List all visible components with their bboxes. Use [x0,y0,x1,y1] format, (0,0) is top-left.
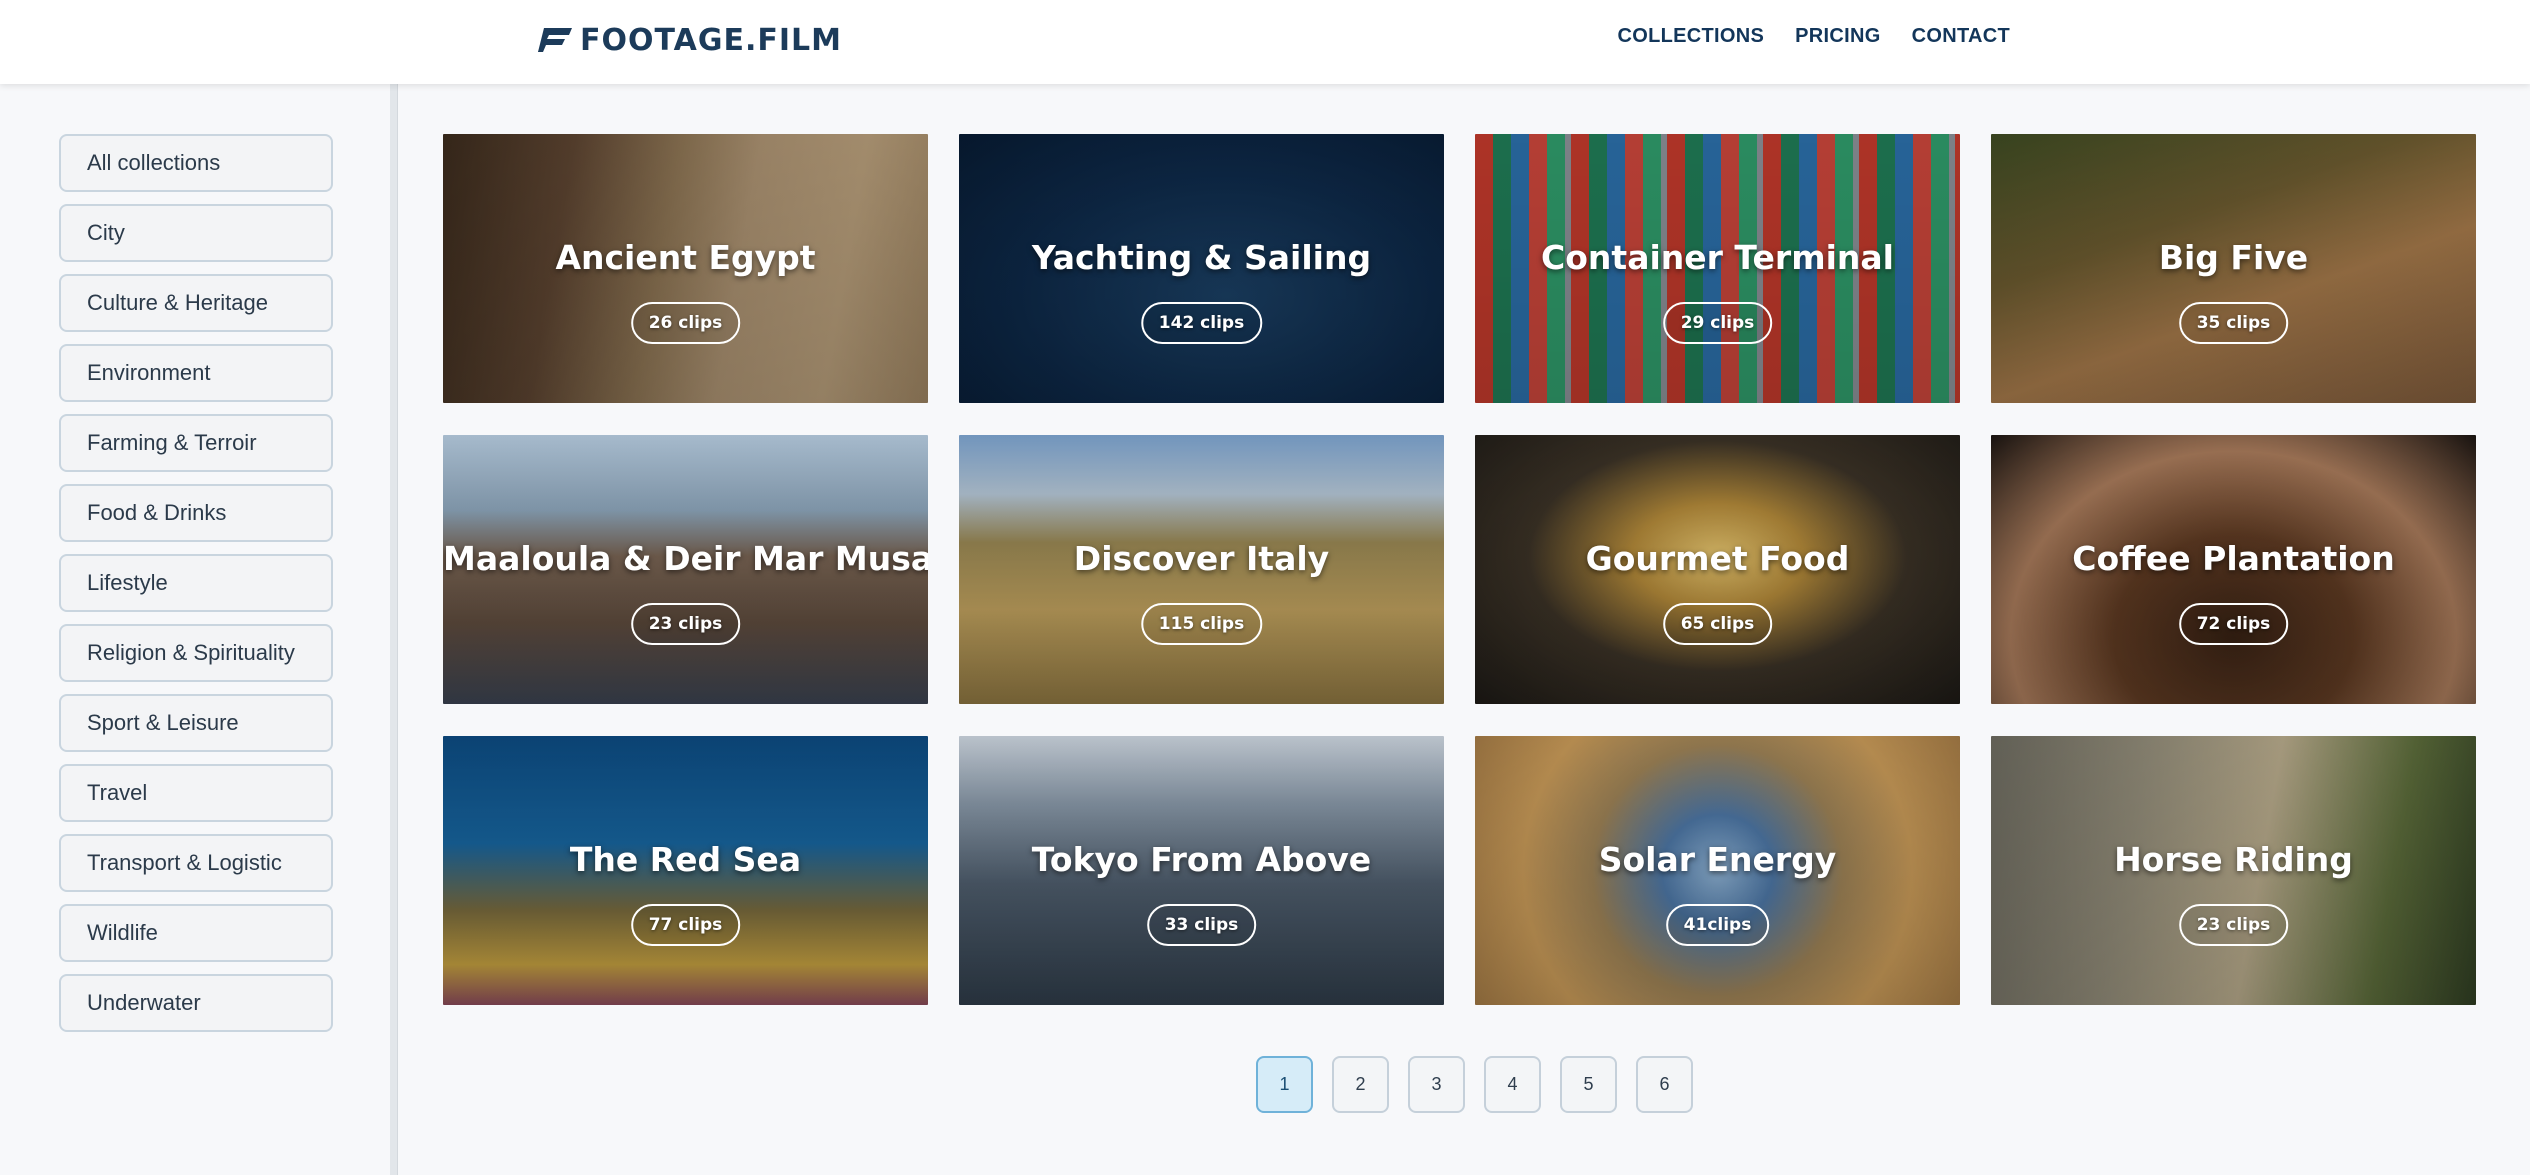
page-button-6[interactable]: 6 [1636,1056,1693,1113]
collection-card-horse-riding[interactable]: Horse Riding 23 clips [1991,736,2476,1005]
card-title: Coffee Plantation [2072,539,2395,578]
collection-card-coffee-plantation[interactable]: Coffee Plantation 72 clips [1991,435,2476,704]
category-food-drinks[interactable]: Food & Drinks [59,484,333,542]
clip-count-badge: 23 clips [2178,904,2289,946]
pagination: 1 2 3 4 5 6 [1256,1056,1693,1113]
card-title: Ancient Egypt [555,238,816,277]
collection-card-ancient-egypt[interactable]: Ancient Egypt 26 clips [443,134,928,403]
logo[interactable]: FOOTAGE.FILM [538,20,842,60]
card-title: Tokyo From Above [1031,840,1372,879]
category-sport-leisure[interactable]: Sport & Leisure [59,694,333,752]
logo-text: FOOTAGE.FILM [580,22,842,58]
logo-mark-icon [538,28,572,52]
category-city[interactable]: City [59,204,333,262]
collection-card-container-terminal[interactable]: Container Terminal 29 clips [1475,134,1960,403]
clip-count-badge: 77 clips [630,904,741,946]
category-lifestyle[interactable]: Lifestyle [59,554,333,612]
collection-card-gourmet-food[interactable]: Gourmet Food 65 clips [1475,435,1960,704]
collection-card-maaloula-deir-mar-musa[interactable]: Maaloula & Deir Mar Musa 23 clips [443,435,928,704]
category-travel[interactable]: Travel [59,764,333,822]
site-header: FOOTAGE.FILM COLLECTIONS PRICING CONTACT [0,0,2530,84]
card-title: Yachting & Sailing [1031,238,1372,277]
category-culture-heritage[interactable]: Culture & Heritage [59,274,333,332]
card-title: Big Five [2158,238,2309,277]
card-title: Horse Riding [2114,840,2353,879]
category-underwater[interactable]: Underwater [59,974,333,1032]
clip-count-badge: 65 clips [1662,603,1773,645]
page-button-3[interactable]: 3 [1408,1056,1465,1113]
nav-contact[interactable]: CONTACT [1912,25,2010,48]
sidebar-divider [390,84,398,1175]
clip-count-badge: 23 clips [630,603,741,645]
card-title: Maaloula & Deir Mar Musa [443,539,928,578]
collection-card-tokyo-from-above[interactable]: Tokyo From Above 33 clips [959,736,1444,1005]
category-religion-spirituality[interactable]: Religion & Spirituality [59,624,333,682]
category-environment[interactable]: Environment [59,344,333,402]
clip-count-badge: 72 clips [2178,603,2289,645]
collection-card-solar-energy[interactable]: Solar Energy 41clips [1475,736,1960,1005]
card-title: Gourmet Food [1585,539,1850,578]
category-all-collections[interactable]: All collections [59,134,333,192]
clip-count-badge: 26 clips [630,302,741,344]
collections-grid: Ancient Egypt 26 clips Yachting & Sailin… [443,134,2476,1005]
page-button-4[interactable]: 4 [1484,1056,1541,1113]
page-button-5[interactable]: 5 [1560,1056,1617,1113]
category-list: All collections City Culture & Heritage … [59,134,333,1032]
nav-collections[interactable]: COLLECTIONS [1618,25,1765,48]
collection-card-discover-italy[interactable]: Discover Italy 115 clips [959,435,1444,704]
card-title: The Red Sea [569,840,802,879]
collection-card-yachting-sailing[interactable]: Yachting & Sailing 142 clips [959,134,1444,403]
clip-count-badge: 115 clips [1140,603,1263,645]
collection-card-red-sea[interactable]: The Red Sea 77 clips [443,736,928,1005]
clip-count-badge: 142 clips [1140,302,1263,344]
category-farming-terroir[interactable]: Farming & Terroir [59,414,333,472]
card-title: Solar Energy [1598,840,1837,879]
collection-card-big-five[interactable]: Big Five 35 clips [1991,134,2476,403]
nav-pricing[interactable]: PRICING [1795,25,1880,48]
page-button-1[interactable]: 1 [1256,1056,1313,1113]
card-title: Discover Italy [1073,539,1330,578]
main-nav: COLLECTIONS PRICING CONTACT [1618,25,2010,48]
card-title: Container Terminal [1541,238,1894,277]
category-wildlife[interactable]: Wildlife [59,904,333,962]
category-transport-logistic[interactable]: Transport & Logistic [59,834,333,892]
page-button-2[interactable]: 2 [1332,1056,1389,1113]
clip-count-badge: 35 clips [2178,302,2289,344]
clip-count-badge: 33 clips [1146,904,1257,946]
clip-count-badge: 29 clips [1662,302,1773,344]
clip-count-badge: 41clips [1665,904,1770,946]
